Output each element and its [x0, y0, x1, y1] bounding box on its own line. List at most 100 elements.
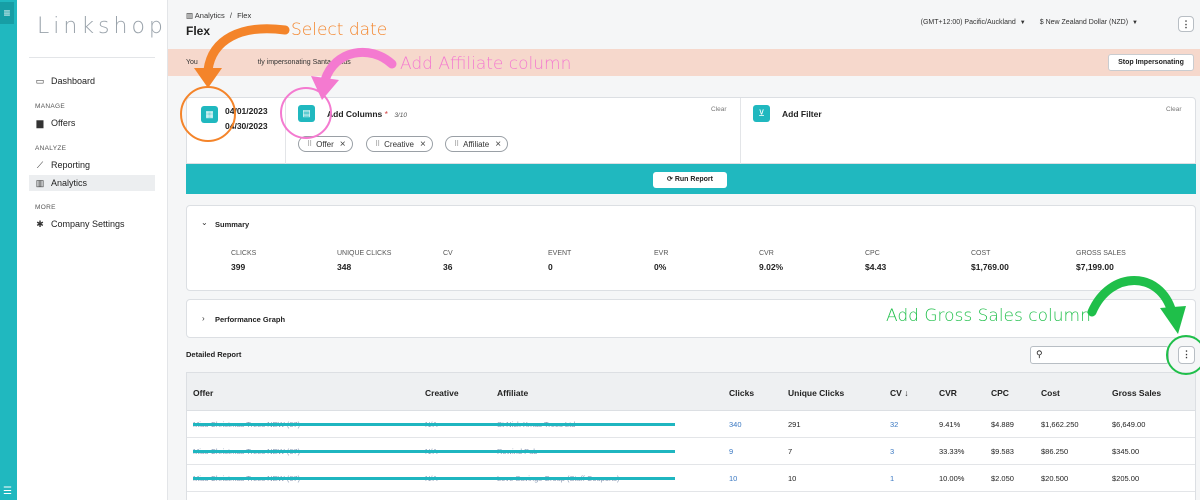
metric-cv: CV 36	[443, 250, 543, 272]
date-end[interactable]: 04/30/2023	[225, 121, 268, 131]
cell-unique-clicks: 10	[788, 474, 797, 483]
add-filter-label[interactable]: Add Filter	[782, 109, 822, 119]
cv-label: CV	[890, 388, 902, 398]
remove-icon[interactable]: ×	[495, 139, 501, 150]
detailed-report-table: Offer Creative Affiliate Clicks Unique C…	[186, 372, 1196, 500]
filter-icon[interactable]: ⊻	[753, 105, 770, 122]
metric-value: 399	[231, 262, 246, 272]
column-header-clicks[interactable]: Clicks	[729, 388, 754, 398]
header-more-button[interactable]: ⋮	[1178, 16, 1194, 32]
add-columns-icon[interactable]: ▤	[298, 105, 315, 122]
sidebar-item-reporting[interactable]: ⟋ Reporting	[29, 157, 155, 173]
column-header-gross-sales[interactable]: Gross Sales	[1112, 388, 1161, 398]
sidebar-item-analytics[interactable]: ▥ Analytics	[29, 175, 155, 191]
banner-text-end: tly impersonating Santa Claus	[257, 59, 351, 66]
table-row: Miss Christmas Trees NEW (67) N/A Rewind…	[187, 438, 1195, 465]
sidebar-item-offers[interactable]: ▆ Offers	[29, 115, 155, 131]
column-header-unique-clicks[interactable]: Unique Clicks	[788, 388, 844, 398]
column-header-offer[interactable]: Offer	[193, 388, 213, 398]
sidebar-item-label: Offers	[51, 118, 76, 128]
search-input[interactable]: ⚲	[1030, 346, 1169, 364]
cell-clicks[interactable]: 10	[729, 474, 737, 483]
cell-cpc: $9.583	[991, 447, 1014, 456]
cell-cv[interactable]: 32	[890, 420, 898, 429]
date-start[interactable]: 04/01/2023	[225, 106, 268, 116]
run-report-button[interactable]: ⟳ Run Report	[653, 172, 727, 188]
breadcrumb-analytics[interactable]: Analytics	[195, 11, 225, 20]
column-header-creative[interactable]: Creative	[425, 388, 459, 398]
calendar-icon[interactable]: ▦	[201, 106, 218, 123]
metric-cost: COST $1,769.00	[971, 250, 1071, 272]
column-header-cpc[interactable]: CPC	[991, 388, 1009, 398]
gear-icon: ✱	[36, 218, 44, 229]
sidebar-item-label: Dashboard	[51, 76, 96, 86]
drag-handle-icon[interactable]: ⠿	[454, 140, 459, 148]
clear-columns-button[interactable]: Clear	[711, 106, 727, 113]
bar-chart-icon: ▥	[35, 177, 45, 188]
table-row: Miss Christmas Trees NEW (67) N/A St Nic…	[187, 411, 1195, 438]
timezone-select[interactable]: (GMT+12:00) Pacific/Auckland ▼	[921, 19, 1026, 26]
bar-chart-icon: ▥	[186, 11, 195, 20]
column-header-cvr[interactable]: CVR	[939, 388, 957, 398]
drag-handle-icon[interactable]: ⠿	[307, 140, 312, 148]
kebab-icon: ⋮	[1181, 19, 1191, 29]
metric-value: 348	[337, 262, 352, 272]
sidebar-item-dashboard[interactable]: ▭ Dashboard	[29, 73, 155, 89]
table-header: Offer Creative Affiliate Clicks Unique C…	[187, 373, 1195, 411]
cell-gross-sales: $6,649.00	[1112, 420, 1146, 429]
report-builder: ▦ 04/01/2023 04/30/2023 ▤ Add Columns * …	[186, 97, 1196, 164]
trend-icon: ⟋	[36, 159, 44, 170]
chevron-right-icon[interactable]: ›	[202, 314, 205, 323]
cell-cv[interactable]: 1	[890, 474, 894, 483]
folder-icon: ▆	[36, 117, 44, 128]
divider	[285, 98, 286, 164]
column-header-cost[interactable]: Cost	[1041, 388, 1060, 398]
timezone-value: (GMT+12:00) Pacific/Auckland	[920, 19, 1016, 26]
clear-filter-button[interactable]: Clear	[1166, 106, 1182, 113]
columns-count: 3/10	[394, 112, 407, 119]
cell-cv[interactable]: 3	[890, 447, 894, 456]
add-columns-label[interactable]: Add Columns * 3/10	[327, 109, 407, 119]
cell-clicks[interactable]: 340	[729, 420, 742, 429]
impersonation-banner: You tly impersonating Santa Claus Stop I…	[168, 49, 1200, 76]
table-options-button[interactable]: ⋮	[1178, 346, 1195, 364]
remove-icon[interactable]: ×	[340, 139, 346, 150]
performance-graph-title[interactable]: Performance Graph	[215, 315, 285, 324]
metric-label: GROSS SALES	[1076, 250, 1126, 257]
summary-title[interactable]: Summary	[215, 220, 249, 229]
cell-cvr: 9.41%	[939, 420, 961, 429]
metric-label: EVENT	[548, 250, 572, 257]
required-mark: *	[384, 109, 388, 119]
metric-value: $1,769.00	[971, 262, 1009, 272]
cell-cost: $1,662.250	[1041, 420, 1079, 429]
remove-icon[interactable]: ×	[420, 139, 426, 150]
sidebar-item-label: Company Settings	[51, 219, 125, 229]
currency-value: $ New Zealand Dollar (NZD)	[1039, 19, 1129, 26]
metric-evr: EVR 0%	[654, 250, 754, 272]
metric-label: CVR	[759, 250, 774, 257]
detailed-report-title: Detailed Report	[186, 350, 242, 359]
cell-unique-clicks: 7	[788, 447, 793, 456]
table-row: Miss Christmas Trees NEW (67) N/A Love S…	[187, 465, 1195, 492]
sidebar-item-company-settings[interactable]: ✱ Company Settings	[29, 216, 155, 232]
metric-label: CLICKS	[231, 250, 257, 257]
column-header-cv[interactable]: CV ↓	[890, 388, 908, 398]
stop-impersonating-button[interactable]: Stop Impersonating	[1108, 54, 1194, 71]
metric-value: $7,199.00	[1076, 262, 1114, 272]
column-chip-creative[interactable]: ⠿ Creative ×	[366, 136, 433, 152]
column-chip-affiliate[interactable]: ⠿ Affiliate ×	[445, 136, 509, 152]
caret-down-icon: ▼	[1132, 20, 1138, 26]
drag-handle-icon[interactable]: ⠿	[375, 140, 380, 148]
menu-bars-icon[interactable]: ☰	[3, 486, 12, 497]
chevron-down-icon[interactable]: ⌄	[201, 218, 208, 227]
column-chip-offer[interactable]: ⠿ Offer ×	[298, 136, 353, 152]
column-header-affiliate[interactable]: Affiliate	[497, 388, 528, 398]
metric-clicks: CLICKS 399	[231, 250, 331, 272]
cell-clicks[interactable]: 9	[729, 447, 733, 456]
currency-select[interactable]: $ New Zealand Dollar (NZD) ▼	[1040, 19, 1138, 26]
add-columns-text: Add Columns	[327, 109, 383, 119]
hamburger-menu-icon[interactable]: ≡	[0, 2, 14, 24]
metric-value: $4.43	[865, 262, 887, 272]
search-icon: ⚲	[1036, 349, 1043, 359]
caret-down-icon: ▼	[1019, 20, 1026, 26]
